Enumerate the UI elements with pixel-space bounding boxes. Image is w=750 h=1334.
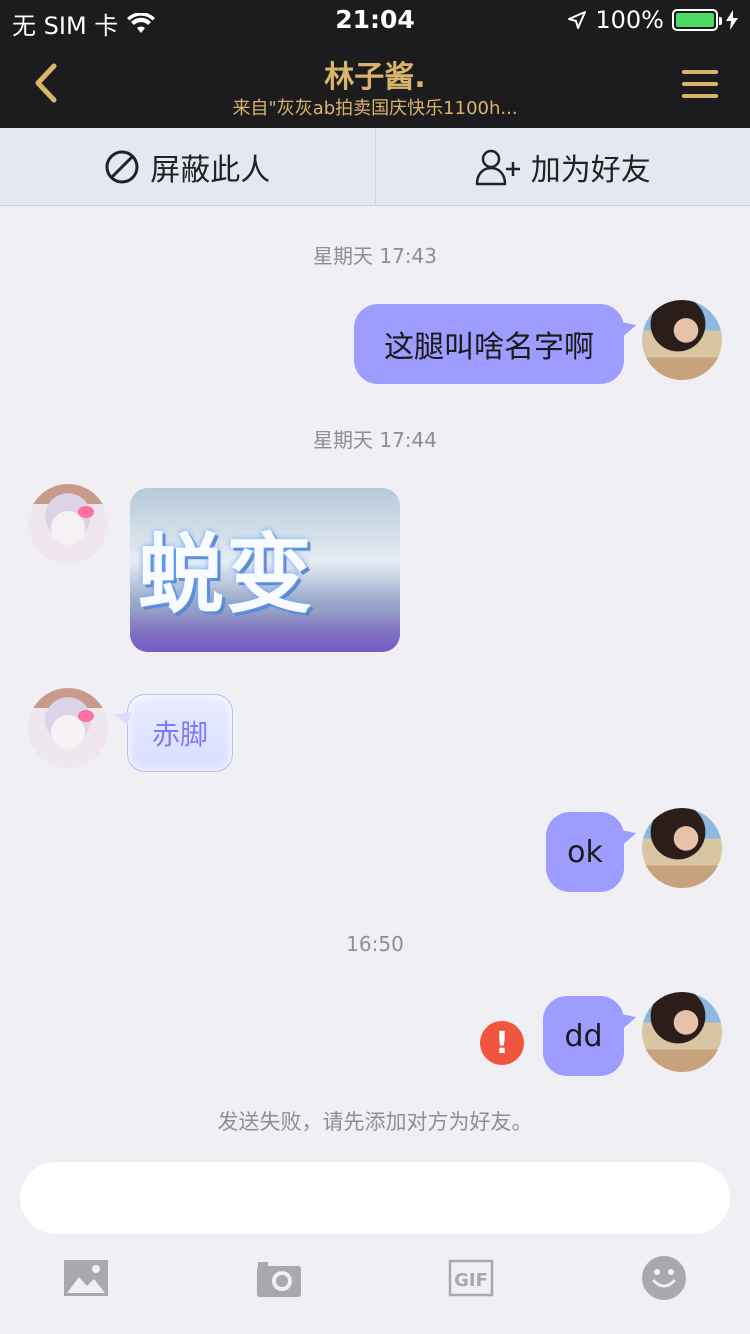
image-icon <box>64 1260 108 1296</box>
sticker-image[interactable]: 蜕变 <box>130 488 400 652</box>
message-input[interactable] <box>20 1162 730 1234</box>
avatar-self[interactable] <box>642 808 722 888</box>
avatar-self[interactable] <box>642 992 722 1072</box>
gif-label: GIF <box>454 1270 488 1291</box>
timestamp: 16:50 <box>346 932 404 956</box>
battery-fill <box>676 13 714 27</box>
timestamp: 星期天 17:44 <box>313 428 437 452</box>
message-bubble-sent[interactable]: 这腿叫啥名字啊 <box>354 304 624 384</box>
avatar-contact[interactable] <box>28 484 108 564</box>
avatar-self[interactable] <box>642 300 722 380</box>
camera-button[interactable] <box>255 1254 303 1302</box>
message-bubble-sent[interactable]: ok <box>546 812 624 892</box>
emoji-button[interactable] <box>640 1254 688 1302</box>
add-friend-label: 加为好友 <box>530 152 651 188</box>
emoji-icon <box>642 1256 686 1300</box>
add-friend-button[interactable]: 加为好友 <box>376 128 750 205</box>
timestamp: 星期天 17:43 <box>313 244 437 268</box>
composer-toolbar: GIF <box>0 1254 750 1314</box>
add-user-icon <box>475 149 520 185</box>
charging-bolt-icon <box>726 10 738 30</box>
gif-icon: GIF <box>448 1259 494 1297</box>
status-bar: 无 SIM 卡 21:04 100% <box>0 0 750 40</box>
menu-icon[interactable] <box>680 66 720 102</box>
block-user-label: 屏蔽此人 <box>150 152 271 188</box>
camera-icon <box>257 1262 301 1297</box>
action-bar: 屏蔽此人 加为好友 <box>0 128 750 206</box>
battery-percent: 100% <box>595 6 664 34</box>
block-icon <box>105 150 139 183</box>
status-right: 100% <box>567 6 738 34</box>
block-user-button[interactable]: 屏蔽此人 <box>0 128 375 205</box>
gif-button[interactable]: GIF <box>447 1254 495 1302</box>
image-button[interactable] <box>62 1254 110 1302</box>
battery-icon <box>672 9 722 31</box>
location-arrow-icon <box>568 11 587 29</box>
chat-title: 林子酱. <box>324 60 426 95</box>
send-failed-icon[interactable]: ! <box>480 1021 524 1065</box>
avatar-contact[interactable] <box>28 688 108 768</box>
sticker-text: 蜕变 <box>138 525 314 625</box>
system-note: 发送失败，请先添加对方为好友。 <box>217 1110 533 1134</box>
chat-subtitle: 来自"灰灰ab拍卖国庆快乐1100h... <box>232 98 518 119</box>
message-bubble-sent-failed[interactable]: dd <box>543 996 624 1076</box>
message-bubble-received[interactable]: 赤脚 <box>127 694 233 772</box>
nav-bar: 林子酱. 来自"灰灰ab拍卖国庆快乐1100h... <box>0 40 750 128</box>
